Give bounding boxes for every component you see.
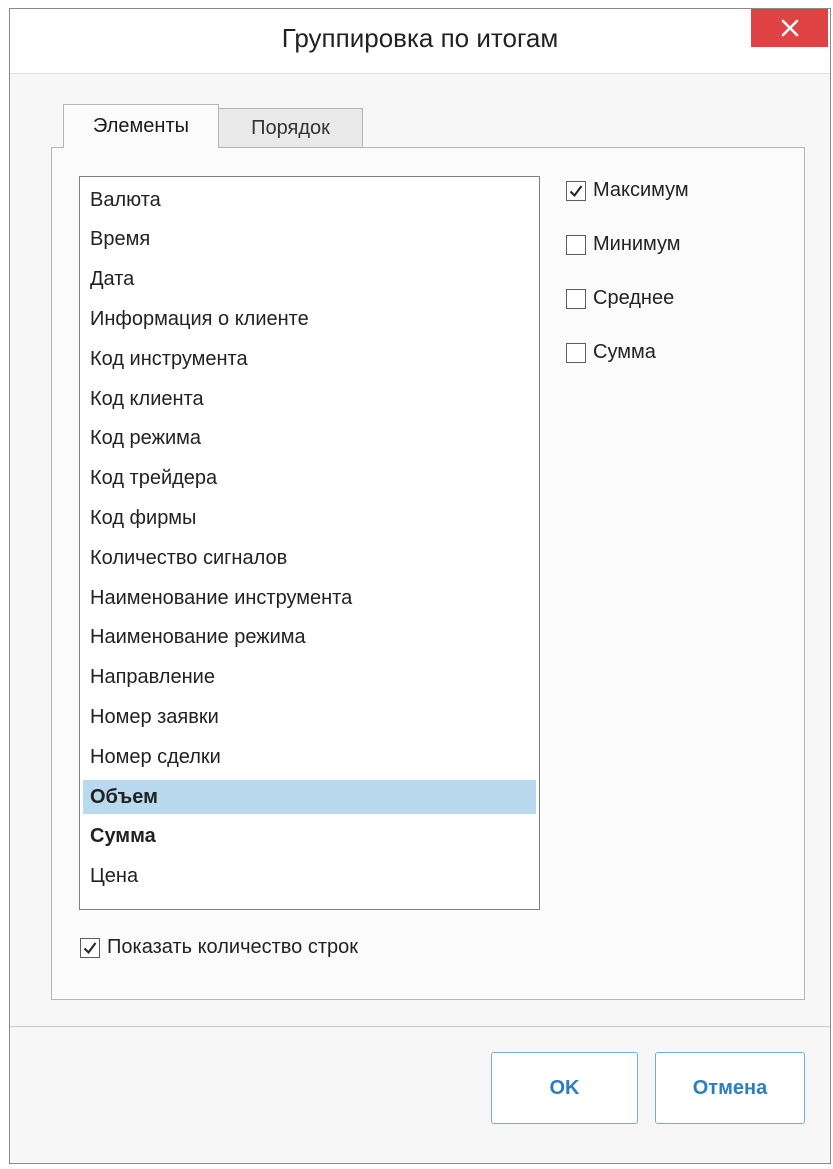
fields-listbox[interactable]: Валюта Время Дата Информация о клиенте Код и… — [79, 176, 540, 910]
list-item[interactable]: Номер сделки — [83, 740, 536, 774]
dialog-title: Группировка по итогам — [281, 23, 559, 53]
list-item[interactable]: Количество сигналов — [83, 541, 536, 575]
list-item[interactable]: Наименование инструмента — [83, 581, 536, 615]
checkmark-icon — [569, 184, 583, 197]
title-separator — [10, 73, 830, 74]
list-item[interactable]: Код инструмента — [83, 342, 536, 376]
title-bar[interactable]: Группировка по итогам — [10, 9, 830, 73]
close-icon — [781, 19, 798, 37]
show-row-count-checkbox[interactable] — [80, 937, 100, 958]
tab-order[interactable]: Порядок — [218, 108, 363, 148]
aggregate-label: Среднее — [593, 287, 675, 309]
aggregate-option[interactable]: Сумма — [566, 341, 656, 364]
footer-separator — [10, 1026, 830, 1027]
list-item[interactable]: Дата — [83, 263, 536, 297]
cancel-button[interactable]: Отмена — [655, 1052, 805, 1124]
aggregate-label: Сумма — [593, 341, 656, 363]
list-item[interactable]: Код трейдера — [83, 462, 536, 496]
aggregate-label: Минимум — [593, 233, 681, 255]
list-item[interactable]: Объем — [83, 780, 536, 814]
aggregate-checkbox[interactable] — [566, 234, 586, 255]
ok-button[interactable]: OK — [491, 1052, 638, 1124]
aggregate-checkbox[interactable] — [566, 180, 586, 201]
list-item[interactable]: Код клиента — [83, 382, 536, 416]
show-row-count-label: Показать количество строк — [107, 936, 359, 958]
aggregate-option[interactable]: Среднее — [566, 287, 674, 310]
aggregate-label: Максимум — [593, 179, 689, 201]
show-row-count-option[interactable]: Показать количество строк — [80, 936, 358, 959]
aggregate-checkbox[interactable] — [566, 342, 586, 363]
list-item[interactable]: Информация о клиенте — [83, 302, 536, 336]
list-item[interactable]: Код фирмы — [83, 501, 536, 535]
aggregate-option[interactable]: Минимум — [566, 233, 681, 256]
dialog-window: Группировка по итогам Элементы Порядок В… — [9, 8, 831, 1164]
close-button[interactable] — [751, 9, 828, 47]
tab-elements[interactable]: Элементы — [63, 104, 219, 148]
list-item[interactable]: Номер заявки — [83, 700, 536, 734]
list-item[interactable]: Наименование режима — [83, 621, 536, 655]
aggregate-option[interactable]: Максимум — [566, 179, 689, 202]
list-item[interactable]: Направление — [83, 661, 536, 695]
list-item[interactable]: Валюта — [83, 183, 536, 217]
list-item[interactable]: Сумма — [83, 820, 536, 854]
list-item[interactable]: Цена — [83, 860, 536, 894]
aggregate-checkbox[interactable] — [566, 288, 586, 309]
checkmark-icon — [83, 941, 97, 954]
list-item[interactable]: Код режима — [83, 422, 536, 456]
list-item[interactable]: Время — [83, 223, 536, 257]
